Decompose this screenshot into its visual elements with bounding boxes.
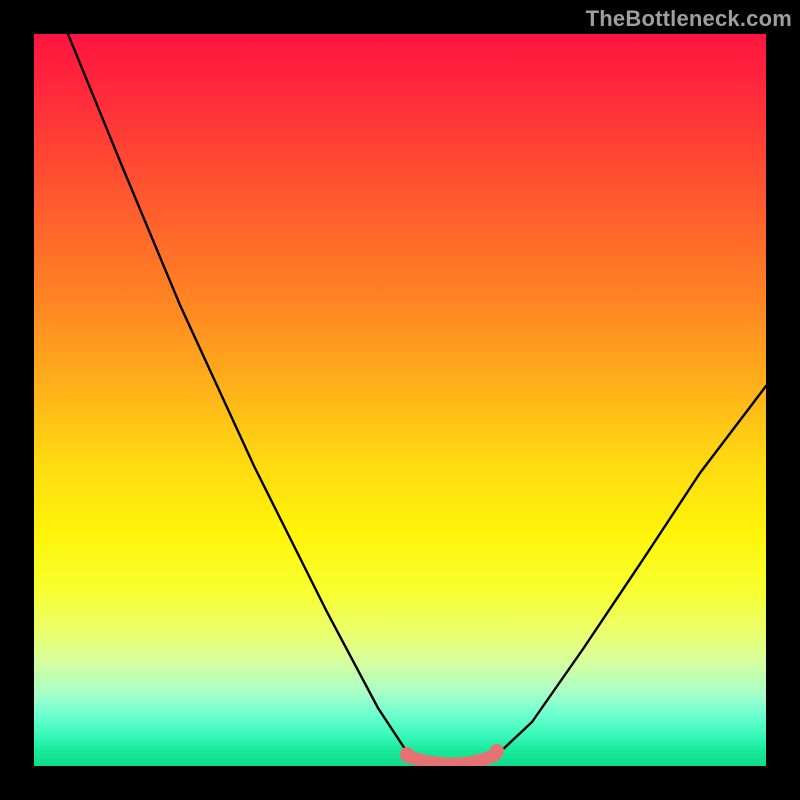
chart-svg (34, 34, 766, 766)
highlight-dot-left (400, 747, 414, 761)
plot-area (34, 34, 766, 766)
highlight-dot-right (490, 744, 504, 758)
chart-frame: TheBottleneck.com (0, 0, 800, 800)
highlight-band (407, 755, 495, 764)
watermark-text: TheBottleneck.com (586, 6, 792, 32)
bottleneck-curve (68, 34, 766, 762)
